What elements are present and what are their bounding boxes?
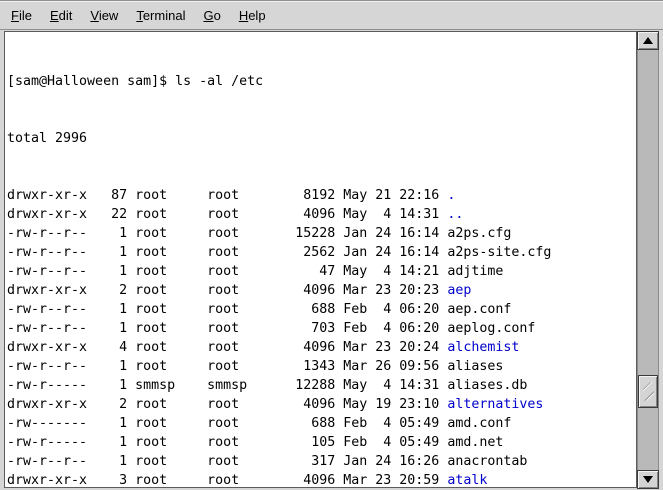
terminal-content: [sam@Halloween sam]$ ls -al /etc total 2…: [0, 31, 663, 490]
file-row: -rw-r--r-- 1 root root 47 May 4 14:21 ad…: [7, 262, 636, 281]
arrow-up-icon: [643, 37, 653, 44]
file-name: alchemist: [447, 340, 519, 355]
file-name: .: [447, 188, 455, 203]
file-row-meta: drwxr-xr-x 4 root root 4096 Mar 23 20:24: [7, 340, 447, 355]
file-row: -rw-r----- 1 smmsp smmsp 12288 May 4 14:…: [7, 376, 636, 395]
file-name: adjtime: [447, 264, 503, 279]
file-row-meta: -rw-r----- 1 root root 105 Feb 4 05:49: [7, 435, 447, 450]
prompt-line: [sam@Halloween sam]$ ls -al /etc: [7, 72, 636, 91]
terminal-window: File Edit View Terminal Go Help [sam@Hal…: [0, 0, 663, 490]
menu-view[interactable]: View: [81, 8, 127, 23]
file-row: -rw-r--r-- 1 root root 2562 Jan 24 16:14…: [7, 243, 636, 262]
file-row: -rw-r--r-- 1 root root 688 Feb 4 06:20 a…: [7, 300, 636, 319]
file-row: -rw-r--r-- 1 root root 703 Feb 4 06:20 a…: [7, 319, 636, 338]
file-row-meta: drwxr-xr-x 3 root root 4096 Mar 23 20:59: [7, 473, 447, 488]
file-name: a2ps.cfg: [447, 226, 511, 241]
file-listing: drwxr-xr-x 87 root root 8192 May 21 22:1…: [7, 186, 636, 488]
file-row-meta: -rw-r--r-- 1 root root 317 Jan 24 16:26: [7, 454, 447, 469]
menu-file[interactable]: File: [2, 8, 41, 23]
file-row-meta: drwxr-xr-x 2 root root 4096 May 19 23:10: [7, 397, 447, 412]
file-name: aep: [447, 283, 471, 298]
scroll-down-button[interactable]: [637, 470, 659, 489]
file-name: aep.conf: [447, 302, 511, 317]
file-row-meta: -rw-r--r-- 1 root root 15228 Jan 24 16:1…: [7, 226, 447, 241]
menu-go[interactable]: Go: [194, 8, 229, 23]
scrollbar: [637, 31, 659, 489]
file-name: alternatives: [447, 397, 543, 412]
scrollbar-trough[interactable]: [637, 50, 659, 470]
total-line: total 2996: [7, 129, 636, 148]
file-row: drwxr-xr-x 87 root root 8192 May 21 22:1…: [7, 186, 636, 205]
file-row: drwxr-xr-x 4 root root 4096 Mar 23 20:24…: [7, 338, 636, 357]
file-row-meta: -rw-r----- 1 smmsp smmsp 12288 May 4 14:…: [7, 378, 447, 393]
file-name: a2ps-site.cfg: [447, 245, 551, 260]
file-name: amd.net: [447, 435, 503, 450]
file-name: ..: [447, 207, 463, 222]
file-row: -rw------- 1 root root 688 Feb 4 05:49 a…: [7, 414, 636, 433]
file-row-meta: -rw-r--r-- 1 root root 1343 Mar 26 09:56: [7, 359, 447, 374]
file-row: drwxr-xr-x 2 root root 4096 May 19 23:10…: [7, 395, 636, 414]
scrollbar-thumb[interactable]: [638, 375, 658, 408]
arrow-down-icon: [643, 476, 653, 483]
file-row-meta: -rw-r--r-- 1 root root 2562 Jan 24 16:14: [7, 245, 447, 260]
file-row-meta: drwxr-xr-x 2 root root 4096 Mar 23 20:23: [7, 283, 447, 298]
file-row-meta: -rw-r--r-- 1 root root 688 Feb 4 06:20: [7, 302, 447, 317]
file-row: drwxr-xr-x 3 root root 4096 Mar 23 20:59…: [7, 471, 636, 488]
terminal-viewport[interactable]: [sam@Halloween sam]$ ls -al /etc total 2…: [4, 31, 637, 488]
file-name: aeplog.conf: [447, 321, 535, 336]
file-name: anacrontab: [447, 454, 527, 469]
menu-terminal[interactable]: Terminal: [127, 8, 194, 23]
scroll-up-button[interactable]: [637, 31, 659, 50]
file-name: aliases.db: [447, 378, 527, 393]
file-row: -rw-r----- 1 root root 105 Feb 4 05:49 a…: [7, 433, 636, 452]
file-row-meta: -rw------- 1 root root 688 Feb 4 05:49: [7, 416, 447, 431]
menu-bar: File Edit View Terminal Go Help: [0, 1, 663, 30]
file-row: drwxr-xr-x 2 root root 4096 Mar 23 20:23…: [7, 281, 636, 300]
menu-help[interactable]: Help: [230, 8, 275, 23]
file-row-meta: drwxr-xr-x 87 root root 8192 May 21 22:1…: [7, 188, 447, 203]
file-row: -rw-r--r-- 1 root root 15228 Jan 24 16:1…: [7, 224, 636, 243]
file-name: atalk: [447, 473, 487, 488]
menu-edit[interactable]: Edit: [41, 8, 81, 23]
file-row-meta: drwxr-xr-x 22 root root 4096 May 4 14:31: [7, 207, 447, 222]
file-row-meta: -rw-r--r-- 1 root root 47 May 4 14:21: [7, 264, 447, 279]
file-name: amd.conf: [447, 416, 511, 431]
file-row: drwxr-xr-x 22 root root 4096 May 4 14:31…: [7, 205, 636, 224]
file-name: aliases: [447, 359, 503, 374]
file-row-meta: -rw-r--r-- 1 root root 703 Feb 4 06:20: [7, 321, 447, 336]
file-row: -rw-r--r-- 1 root root 1343 Mar 26 09:56…: [7, 357, 636, 376]
file-row: -rw-r--r-- 1 root root 317 Jan 24 16:26 …: [7, 452, 636, 471]
